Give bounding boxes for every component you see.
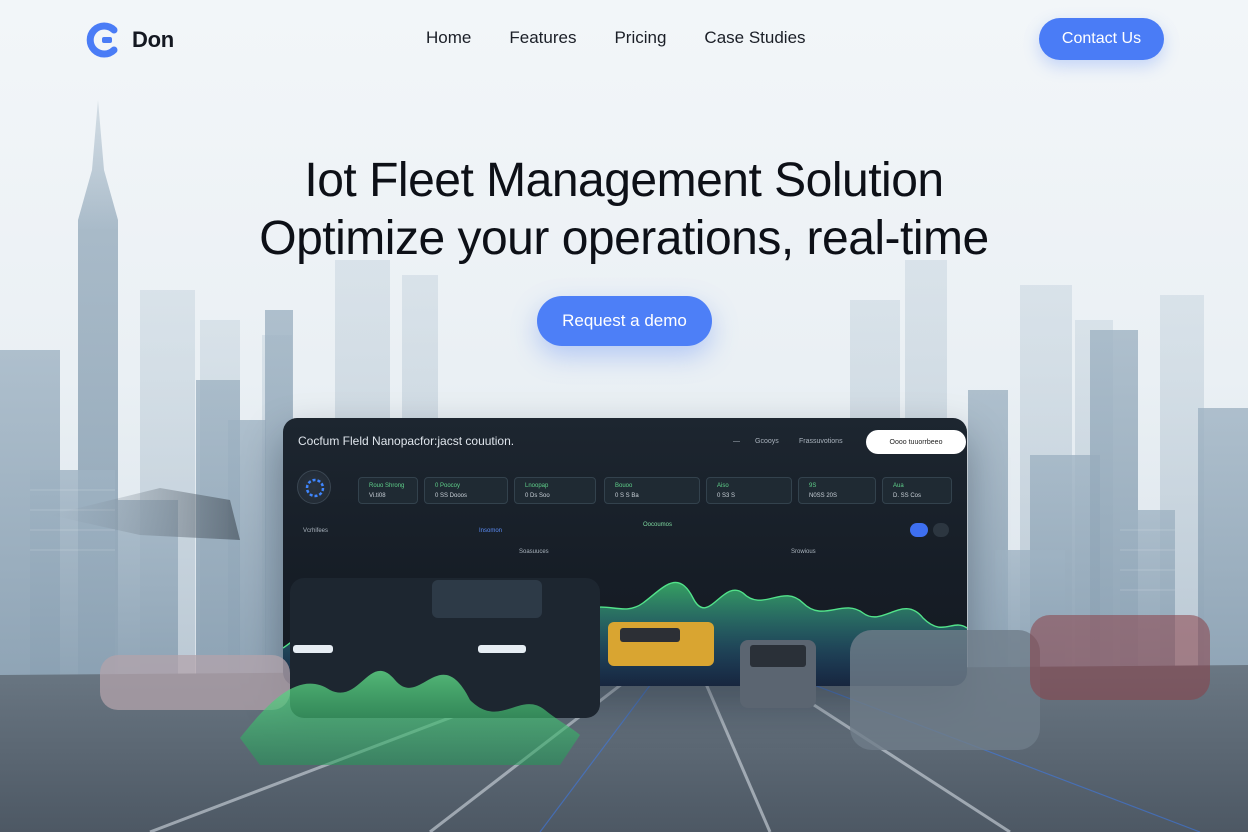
nav-link-pricing[interactable]: Pricing: [614, 28, 666, 48]
stat-label: 0 Poocoy: [435, 483, 461, 489]
hero-title: Iot Fleet Management Solution Optimize y…: [0, 152, 1248, 268]
stat-value: 0 Ds Soo: [525, 493, 550, 499]
nav-link-features[interactable]: Features: [509, 28, 576, 48]
stat-value: D. SS Cos: [893, 493, 922, 499]
dashboard-pill-button[interactable]: Oooo tuuorrbeeo: [866, 430, 966, 454]
stat-card: 9S N0SS 20S: [798, 477, 876, 504]
dashboard-sub-label: Srowious: [791, 549, 816, 555]
dashboard-sub-label: Soasuuces: [519, 549, 549, 555]
waveform-chart: [283, 581, 967, 686]
hero-title-line2: Optimize your operations, real-time: [259, 212, 989, 265]
stat-value: Vi.ti08: [369, 493, 386, 499]
stat-card: Aiso 0 S3 S: [706, 477, 792, 504]
stat-label: Lnoopap: [525, 483, 549, 489]
stat-card: Lnoopap 0 Ds Soo: [514, 477, 596, 504]
stat-label: Aiso: [717, 483, 729, 489]
stat-value: 0 S3 S: [717, 493, 736, 499]
stat-label: Bouoo: [615, 483, 633, 489]
stat-label: Aua: [893, 483, 904, 489]
nav-links: Home Features Pricing Case Studies: [426, 28, 806, 48]
stat-label: Rouo Shrong: [369, 483, 405, 489]
stat-card: Aua D. SS Cos: [882, 477, 952, 504]
dashboard-sub-label: Oocoumos: [643, 522, 673, 528]
dashboard-sub-label: Vcrhifees: [303, 528, 329, 534]
request-demo-button[interactable]: Request a demo: [537, 296, 712, 346]
stat-card: 0 Poocoy 0 SS Dooos: [424, 477, 508, 504]
stat-card: Rouo Shrong Vi.ti08: [358, 477, 418, 504]
brand-name: Don: [132, 27, 174, 52]
stat-card: Bouoo 0 S S Ba: [604, 477, 700, 504]
stat-value: 0 S S Ba: [615, 493, 639, 499]
view-toggle-secondary[interactable]: [933, 523, 949, 537]
brand-logo[interactable]: Don: [86, 22, 174, 58]
dashboard-nav-item[interactable]: Frassuvotions: [799, 438, 843, 445]
stat-label: 9S: [809, 483, 817, 489]
stat-value: 0 SS Dooos: [435, 493, 468, 499]
highway-road: [0, 665, 1248, 832]
logo-mark-icon: [86, 22, 118, 58]
nav-link-case-studies[interactable]: Case Studies: [704, 28, 805, 48]
view-toggle-primary[interactable]: [910, 523, 928, 537]
hero-title-line1: Iot Fleet Management Solution: [304, 154, 944, 207]
dashboard-nav-item[interactable]: Gcooys: [755, 438, 779, 445]
stat-value: N0SS 20S: [809, 493, 838, 499]
gauge-icon: [297, 470, 331, 504]
top-navigation: Don Home Features Pricing Case Studies C…: [0, 0, 1248, 80]
dashboard-preview: Cocfum Fleld Nanopacfor:jacst couution. …: [283, 418, 967, 686]
dashboard-nav-dash: —: [733, 438, 740, 445]
contact-us-button[interactable]: Contact Us: [1039, 18, 1164, 60]
nav-link-home[interactable]: Home: [426, 28, 471, 48]
dashboard-title: Cocfum Fleld Nanopacfor:jacst couution.: [298, 434, 515, 448]
dashboard-sub-label: Insomon: [479, 528, 503, 534]
